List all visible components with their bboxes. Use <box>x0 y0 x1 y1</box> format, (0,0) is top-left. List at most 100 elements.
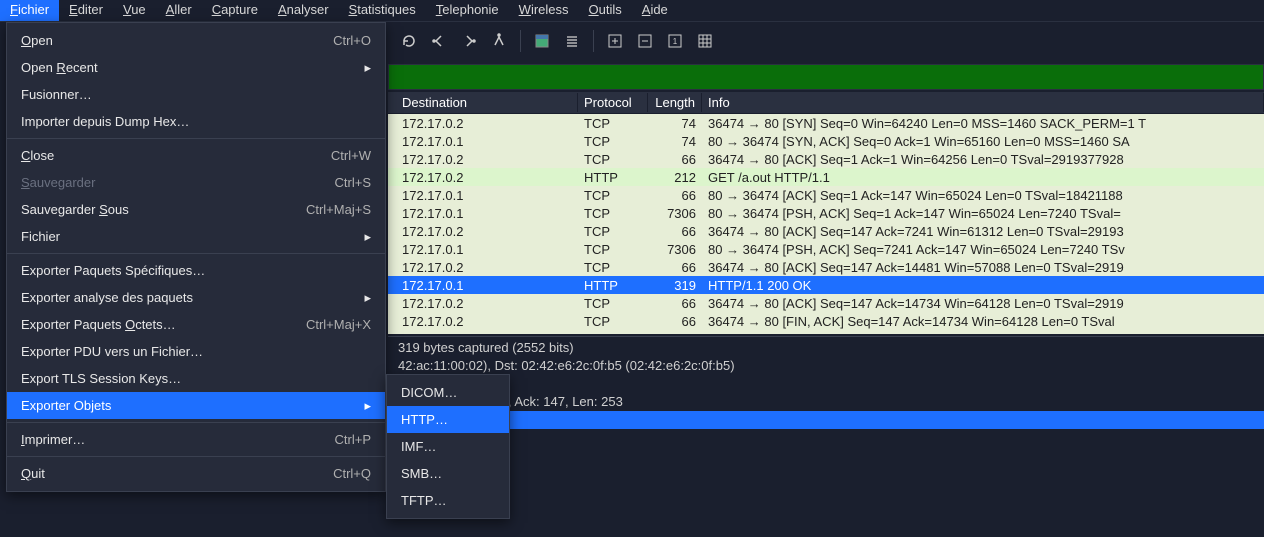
submenu-item[interactable]: HTTP… <box>387 406 509 433</box>
cell-protocol: TCP <box>578 242 648 257</box>
menu-item[interactable]: Fichier ▸ <box>7 223 385 250</box>
cell-length: 74 <box>648 134 702 149</box>
menu-item-label: Close <box>21 148 291 163</box>
filter-bar[interactable] <box>388 64 1264 90</box>
menu-item[interactable]: Exporter Paquets Spécifiques… <box>7 257 385 284</box>
packet-row[interactable]: 172.17.0.2TCP7436474 → 80 [SYN] Seq=0 Wi… <box>388 114 1264 132</box>
packet-row[interactable]: 172.17.0.2TCP6636474 → 80 [ACK] Seq=147 … <box>388 222 1264 240</box>
menu-item[interactable]: Exporter Paquets Octets… Ctrl+Maj+X <box>7 311 385 338</box>
menu-item[interactable]: Fusionner… <box>7 81 385 108</box>
cell-destination: 172.17.0.2 <box>388 170 578 185</box>
menubar-item-statistiques[interactable]: Statistiques <box>339 0 426 21</box>
submenu-item[interactable]: IMF… <box>387 433 509 460</box>
cell-protocol: HTTP <box>578 278 648 293</box>
cell-protocol: TCP <box>578 260 648 275</box>
packet-details[interactable]: 319 bytes captured (2552 bits) 42:ac:11:… <box>388 336 1264 537</box>
menubar-item-telephonie[interactable]: Telephonie <box>426 0 509 21</box>
zoom-out-icon[interactable] <box>632 28 658 54</box>
colorize-icon[interactable] <box>529 28 555 54</box>
menu-item[interactable]: Open Recent ▸ <box>7 54 385 81</box>
cell-info: 80 → 36474 [ACK] Seq=1 Ack=147 Win=65024… <box>702 188 1264 203</box>
menubar-item-analyser[interactable]: Analyser <box>268 0 339 21</box>
cell-protocol: TCP <box>578 224 648 239</box>
menubar-item-wireless[interactable]: Wireless <box>509 0 579 21</box>
cell-protocol: TCP <box>578 296 648 311</box>
detail-line: .17.0.1 <box>398 375 1254 393</box>
packet-row[interactable]: 172.17.0.1TCP6680 → 36474 [FIN, ACK] Seq… <box>388 330 1264 334</box>
cell-info: 36474 → 80 [ACK] Seq=1 Ack=1 Win=64256 L… <box>702 152 1264 167</box>
packet-row[interactable]: 172.17.0.1TCP730680 → 36474 [PSH, ACK] S… <box>388 240 1264 258</box>
col-length[interactable]: Length <box>648 93 702 112</box>
cell-length: 66 <box>648 296 702 311</box>
zoom-in-icon[interactable] <box>602 28 628 54</box>
col-protocol[interactable]: Protocol <box>578 93 648 112</box>
menu-item-label: Exporter Paquets Octets… <box>21 317 266 332</box>
go-back-icon[interactable] <box>426 28 452 54</box>
cell-destination: 172.17.0.1 <box>388 134 578 149</box>
menubar-item-outils[interactable]: Outils <box>579 0 632 21</box>
cell-info: 36474 → 80 [FIN, ACK] Seq=147 Ack=14734 … <box>702 314 1264 329</box>
cell-destination: 172.17.0.2 <box>388 116 578 131</box>
autoscroll-icon[interactable] <box>559 28 585 54</box>
jump-icon[interactable] <box>486 28 512 54</box>
menubar-item-aide[interactable]: Aide <box>632 0 678 21</box>
cell-info: 36474 → 80 [ACK] Seq=147 Ack=14481 Win=5… <box>702 260 1264 275</box>
packet-row[interactable]: 172.17.0.2TCP6636474 → 80 [FIN, ACK] Seq… <box>388 312 1264 330</box>
cell-info: 80 → 36474 [SYN, ACK] Seq=0 Ack=1 Win=65… <box>702 134 1264 149</box>
submenu-arrow-icon: ▸ <box>364 290 371 306</box>
detail-line: 36474, Seq: 14481, Ack: 147, Len: 253 <box>398 393 1254 411</box>
go-forward-icon[interactable] <box>456 28 482 54</box>
menu-item-shortcut: Ctrl+Q <box>333 466 371 481</box>
submenu-item-label: HTTP… <box>401 412 495 427</box>
packet-row[interactable]: 172.17.0.1TCP6680 → 36474 [ACK] Seq=1 Ac… <box>388 186 1264 204</box>
menu-item-shortcut: Ctrl+Maj+X <box>306 317 371 332</box>
submenu-item-label: IMF… <box>401 439 495 454</box>
resize-columns-icon[interactable] <box>692 28 718 54</box>
menubar-item-vue[interactable]: Vue <box>113 0 156 21</box>
menu-item[interactable]: Importer depuis Dump Hex… <box>7 108 385 135</box>
divider <box>520 30 521 52</box>
zoom-reset-icon[interactable]: 1 <box>662 28 688 54</box>
cell-length: 66 <box>648 332 702 335</box>
packet-row[interactable]: 172.17.0.2HTTP212GET /a.out HTTP/1.1 <box>388 168 1264 186</box>
menu-item[interactable]: Exporter analyse des paquets▸ <box>7 284 385 311</box>
reload-icon[interactable] <box>396 28 422 54</box>
menu-item[interactable]: Exporter PDU vers un Fichier… <box>7 338 385 365</box>
cell-destination: 172.17.0.1 <box>388 206 578 221</box>
packet-row[interactable]: 172.17.0.2TCP6636474 → 80 [ACK] Seq=1 Ac… <box>388 150 1264 168</box>
packet-list: Destination Protocol Length Info 172.17.… <box>388 92 1264 334</box>
menubar-item-editer[interactable]: Editer <box>59 0 113 21</box>
menu-item-label: Sauvegarder <box>21 175 295 190</box>
col-info[interactable]: Info <box>702 93 1264 112</box>
menubar-item-capture[interactable]: Capture <box>202 0 268 21</box>
menu-item[interactable]: Sauvegarder SousCtrl+Maj+S <box>7 196 385 223</box>
cell-length: 66 <box>648 260 702 275</box>
col-destination[interactable]: Destination <box>388 93 578 112</box>
menu-item[interactable]: Exporter Objets▸ <box>7 392 385 419</box>
packet-row[interactable]: 172.17.0.1TCP7480 → 36474 [SYN, ACK] Seq… <box>388 132 1264 150</box>
submenu-arrow-icon: ▸ <box>364 229 371 245</box>
cell-destination: 172.17.0.2 <box>388 152 578 167</box>
menu-separator <box>7 138 385 139</box>
submenu-arrow-icon: ▸ <box>364 60 371 76</box>
menu-item[interactable]: Export TLS Session Keys… <box>7 365 385 392</box>
menu-item[interactable]: Imprimer…Ctrl+P <box>7 426 385 453</box>
menu-item-label: Open Recent <box>21 60 344 75</box>
submenu-item[interactable]: DICOM… <box>387 379 509 406</box>
submenu-item[interactable]: TFTP… <box>387 487 509 514</box>
menu-item[interactable]: OpenCtrl+O <box>7 27 385 54</box>
submenu-item[interactable]: SMB… <box>387 460 509 487</box>
packet-row[interactable]: 172.17.0.1TCP730680 → 36474 [PSH, ACK] S… <box>388 204 1264 222</box>
menu-item[interactable]: CloseCtrl+W <box>7 142 385 169</box>
menu-item[interactable]: QuitCtrl+Q <box>7 460 385 487</box>
menubar-item-aller[interactable]: Aller <box>156 0 202 21</box>
cell-destination: 172.17.0.2 <box>388 224 578 239</box>
packet-row[interactable]: 172.17.0.1HTTP319HTTP/1.1 200 OK <box>388 276 1264 294</box>
packet-row[interactable]: 172.17.0.2TCP6636474 → 80 [ACK] Seq=147 … <box>388 294 1264 312</box>
packet-row[interactable]: 172.17.0.2TCP6636474 → 80 [ACK] Seq=147 … <box>388 258 1264 276</box>
cell-info: 80 → 36474 [PSH, ACK] Seq=7241 Ack=147 W… <box>702 242 1264 257</box>
menubar-item-fichier[interactable]: Fichier <box>0 0 59 21</box>
menu-item-label: Fichier <box>21 229 344 244</box>
menu-item-label: Open <box>21 33 293 48</box>
menu-item-label: Sauvegarder Sous <box>21 202 266 217</box>
